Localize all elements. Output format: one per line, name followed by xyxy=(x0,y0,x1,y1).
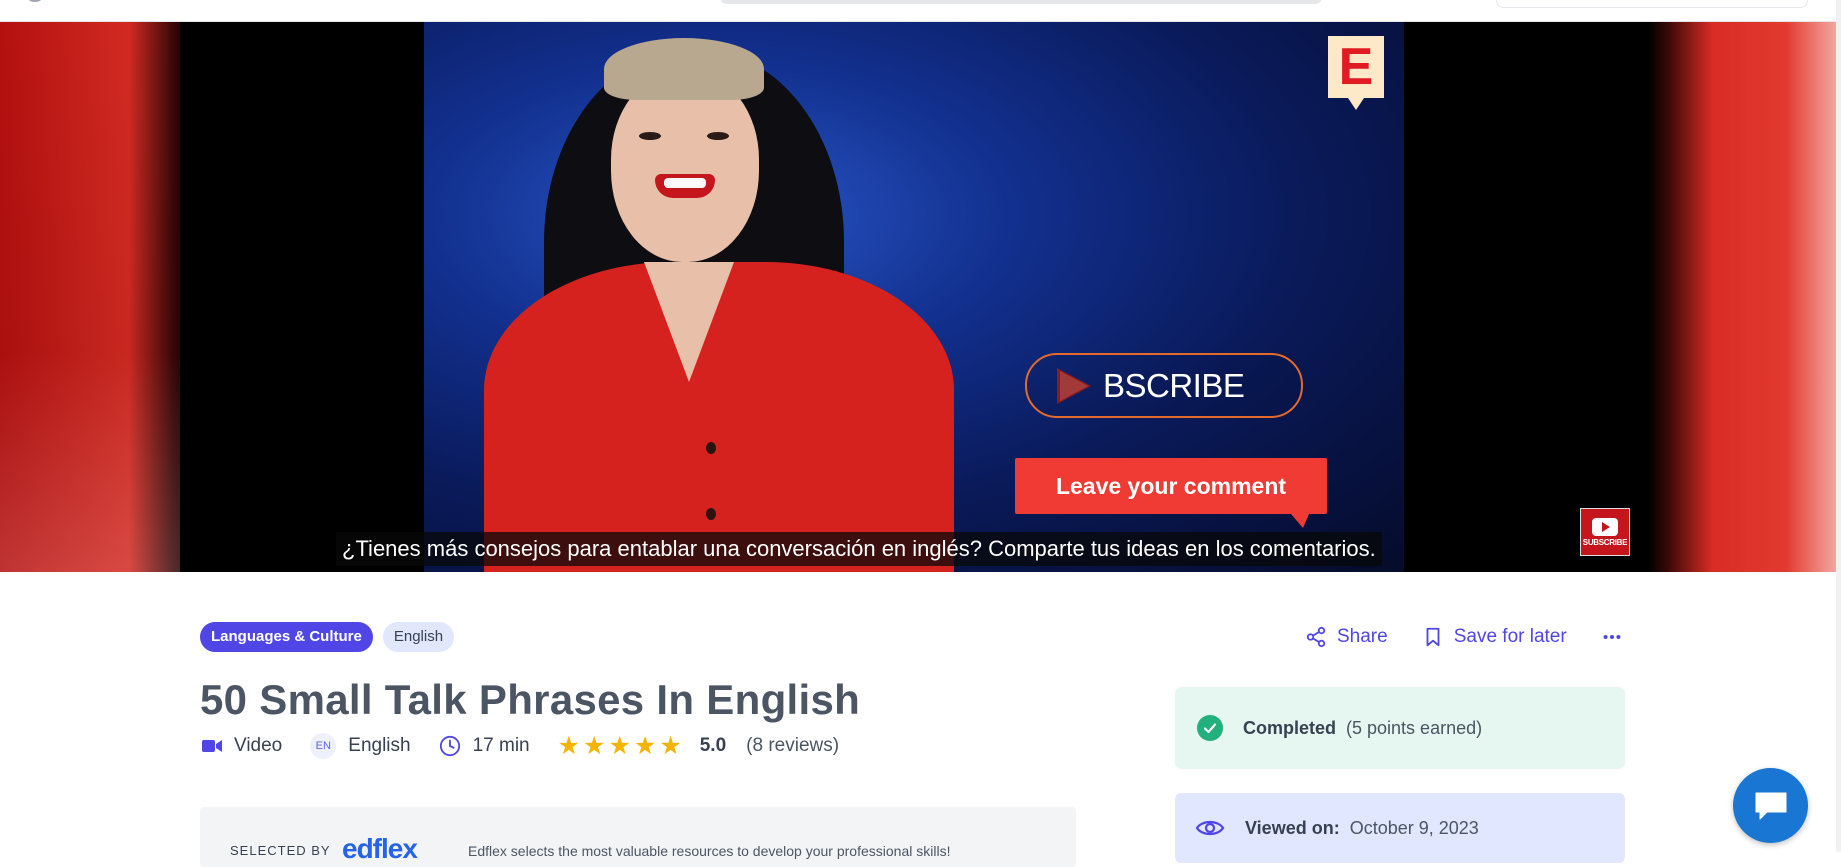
star-icon: ★ xyxy=(583,732,606,760)
meta-language-label: English xyxy=(348,735,411,756)
viewed-date: October 9, 2023 xyxy=(1349,817,1479,838)
share-icon xyxy=(1306,626,1326,648)
more-horizontal-icon xyxy=(1603,634,1621,640)
shirt-button xyxy=(706,508,716,520)
subscribe-overlay-text: BSCRIBE xyxy=(1103,366,1245,404)
page-scrollbar[interactable] xyxy=(1836,0,1841,852)
top-search-bar[interactable] xyxy=(720,0,1322,4)
language-code-badge: EN xyxy=(310,733,337,759)
channel-logo-badge: E xyxy=(1328,36,1384,110)
video-player[interactable]: E BSCRIBE Leave your comment ¿Tienes más… xyxy=(0,22,1841,572)
check-circle-icon xyxy=(1197,715,1223,741)
youtube-play-icon xyxy=(1592,517,1618,536)
chat-support-button[interactable] xyxy=(1733,768,1808,843)
leave-comment-overlay: Leave your comment xyxy=(1015,458,1327,528)
selected-by-description: Edflex selects the most valuable resourc… xyxy=(468,843,951,859)
page-title: 50 Small Talk Phrases In English xyxy=(200,676,861,723)
tag-language[interactable]: English xyxy=(382,622,455,652)
star-icon: ★ xyxy=(659,732,682,760)
resource-actions: Share Save for later xyxy=(1305,626,1623,648)
selected-by-label: SELECTED BY xyxy=(230,843,331,858)
meta-duration-label: 17 min xyxy=(472,735,530,756)
presenter-headband xyxy=(604,38,764,100)
share-button[interactable]: Share xyxy=(1305,626,1388,648)
meta-language: EN English xyxy=(310,733,411,759)
rating-stars: ★ ★ ★ ★ ★ xyxy=(558,733,682,759)
presenter-eye xyxy=(707,132,729,140)
star-icon: ★ xyxy=(557,732,581,760)
video-camera-icon xyxy=(202,740,222,752)
youtube-subscribe-label: SUBSCRIBE xyxy=(1582,537,1628,547)
video-caption: ¿Tienes más consejos para entablar una c… xyxy=(336,532,1382,566)
presenter-eye xyxy=(639,132,661,140)
channel-logo-letter: E xyxy=(1338,38,1374,96)
viewed-label: Viewed on: xyxy=(1245,817,1340,838)
completed-points: (5 points earned) xyxy=(1346,717,1483,738)
play-icon xyxy=(1057,367,1091,404)
chat-icon xyxy=(1755,792,1786,819)
meta-type-label: Video xyxy=(234,735,283,756)
star-icon: ★ xyxy=(608,732,631,760)
youtube-subscribe-button[interactable]: SUBSCRIBE xyxy=(1580,508,1630,556)
star-icon: ★ xyxy=(633,732,657,760)
bookmark-icon xyxy=(1426,627,1440,647)
save-for-later-label: Save for later xyxy=(1453,626,1567,647)
completed-label: Completed xyxy=(1243,717,1337,738)
share-label: Share xyxy=(1337,626,1388,647)
presenter-teeth xyxy=(664,178,706,188)
meta-rating[interactable]: ★ ★ ★ ★ ★ 5.0 (8 reviews) xyxy=(558,733,839,759)
more-options-button[interactable] xyxy=(1601,626,1623,648)
video-subscribe-overlay: BSCRIBE xyxy=(1025,353,1303,418)
completed-status-card: Completed (5 points earned) xyxy=(1175,687,1625,769)
eye-icon xyxy=(1195,820,1225,836)
shirt-button xyxy=(706,442,716,454)
tag-category[interactable]: Languages & Culture xyxy=(200,622,373,652)
video-backdrop xyxy=(0,22,180,572)
video-frame[interactable] xyxy=(180,22,1645,572)
top-right-control[interactable] xyxy=(1496,0,1808,8)
save-for-later-button[interactable]: Save for later xyxy=(1422,626,1567,648)
presenter-face xyxy=(611,72,759,262)
rating-value: 5.0 xyxy=(699,735,727,756)
viewed-status-card: Viewed on: October 9, 2023 xyxy=(1175,793,1625,863)
app-logo[interactable] xyxy=(28,0,42,2)
presenter-shirt xyxy=(484,262,954,572)
resource-meta: Video EN English 17 min ★ ★ ★ ★ ★ 5.0 (8… xyxy=(202,733,839,759)
clock-icon xyxy=(439,735,460,757)
top-bar xyxy=(0,0,1841,22)
resource-tags: Languages & Culture English xyxy=(200,622,455,652)
selected-by-panel: SELECTED BY edflex Edflex selects the mo… xyxy=(200,807,1076,867)
meta-type: Video xyxy=(202,735,282,757)
review-count: (8 reviews) xyxy=(746,735,840,756)
edflex-logo: edflex xyxy=(342,833,418,864)
meta-duration: 17 min xyxy=(439,735,530,757)
